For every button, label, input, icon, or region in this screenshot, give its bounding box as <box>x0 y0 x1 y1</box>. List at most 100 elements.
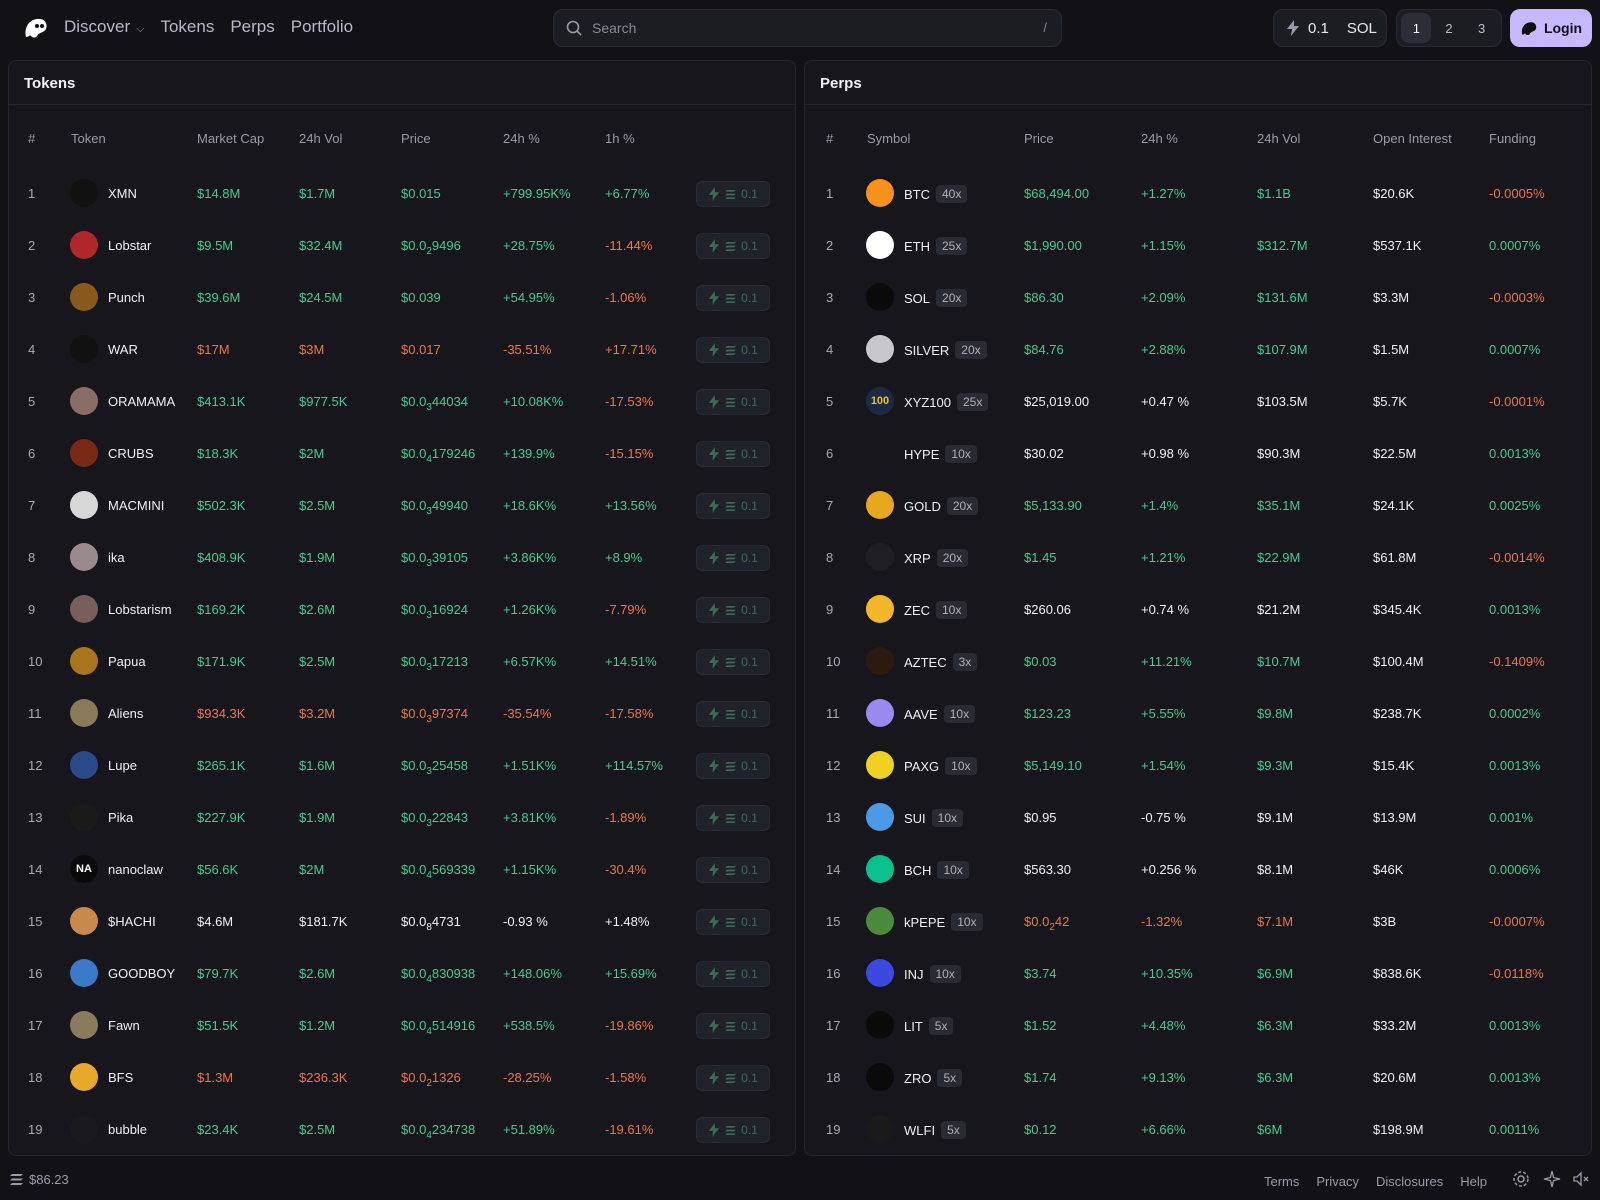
quick-buy-button[interactable]: 0.1 <box>696 597 770 623</box>
token-row[interactable]: 19 bubble $23.4K $2.5M $0.04234738 +51.89% -19… <box>9 1103 795 1155</box>
quick-buy-button[interactable]: 0.1 <box>696 961 770 987</box>
col-market-cap[interactable]: Market Cap <box>197 131 264 146</box>
col-open-interest[interactable]: Open Interest <box>1373 131 1452 146</box>
perp-row[interactable]: 3 SOL 20x $86.30 +2.09% $131.6M $3.3M -0.0003% <box>805 271 1591 323</box>
token-row[interactable]: 11 Aliens $934.3K $3.2M $0.0397374 -35.54% -17… <box>9 687 795 739</box>
login-button[interactable]: Login <box>1510 9 1592 47</box>
solana-icon <box>725 449 736 459</box>
privacy-link[interactable]: Privacy <box>1316 1174 1359 1189</box>
preset-3-button[interactable]: 3 <box>1467 13 1497 43</box>
quick-buy-amount[interactable]: 0.1 SOL <box>1273 9 1387 47</box>
perp-row[interactable]: 18 ZRO 5x $1.74 +9.13% $6.3M $20.6M 0.0013% <box>805 1051 1591 1103</box>
price-zero-count: 3 <box>426 662 432 673</box>
nav-perps[interactable]: Perps <box>230 17 274 37</box>
terms-link[interactable]: Terms <box>1264 1174 1299 1189</box>
token-row[interactable]: 2 Lobstar $9.5M $32.4M $0.029496 +28.75% -11.4… <box>9 219 795 271</box>
quick-buy-button[interactable]: 0.1 <box>696 805 770 831</box>
perp-row[interactable]: 10 AZTEC 3x $0.03 +11.21% $10.7M $100.4M -0.140… <box>805 635 1591 687</box>
app-logo-icon[interactable] <box>23 17 49 39</box>
nav-tokens[interactable]: Tokens <box>160 17 214 37</box>
token-row[interactable]: 17 Fawn $51.5K $1.2M $0.04514916 +538.5% -19.8… <box>9 999 795 1051</box>
quick-buy-button[interactable]: 0.1 <box>696 857 770 883</box>
perp-row[interactable]: 11 AAVE 10x $123.23 +5.55% $9.8M $238.7K 0.0002… <box>805 687 1591 739</box>
token-row[interactable]: 12 Lupe $265.1K $1.6M $0.0325458 +1.51K% +114.… <box>9 739 795 791</box>
quick-buy-button[interactable]: 0.1 <box>696 441 770 467</box>
perp-row[interactable]: 2 ETH 25x $1,990.00 +1.15% $312.7M $537.1K 0.00… <box>805 219 1591 271</box>
token-row[interactable]: 7 MACMINI $502.3K $2.5M $0.0349940 +18.6K% +13… <box>9 479 795 531</box>
col-index[interactable]: # <box>28 131 35 146</box>
volume-24h: $10.7M <box>1257 654 1301 669</box>
nav-discover[interactable]: Discover ⌵ <box>64 17 144 37</box>
quick-buy-button[interactable]: 0.1 <box>696 909 770 935</box>
token-row[interactable]: 18 BFS $1.3M $236.3K $0.021326 -28.25% -1.58% 0… <box>9 1051 795 1103</box>
col-24h-change[interactable]: 24h % <box>503 131 540 146</box>
token-row[interactable]: 15 $HACHI $4.6M $181.7K $0.084731 -0.93 % +1.4… <box>9 895 795 947</box>
quick-buy-button[interactable]: 0.1 <box>696 649 770 675</box>
search-input[interactable] <box>592 20 1012 36</box>
perp-row[interactable]: 4 SILVER 20x $84.76 +2.88% $107.9M $1.5M 0.0007… <box>805 323 1591 375</box>
token-row[interactable]: 16 GOODBOY $79.7K $2.6M $0.04830938 +148.06% +… <box>9 947 795 999</box>
quick-buy-button[interactable]: 0.1 <box>696 493 770 519</box>
token-row[interactable]: 9 Lobstarism $169.2K $2.6M $0.0316924 +1.26K%… <box>9 583 795 635</box>
token-row[interactable]: 4 WAR $17M $3M $0.017 -35.51% +17.71% 0.1 <box>9 323 795 375</box>
quick-buy-button[interactable]: 0.1 <box>696 753 770 779</box>
perp-row[interactable]: 19 WLFI 5x $0.12 +6.66% $6M $198.9M 0.0011% <box>805 1103 1591 1155</box>
disclosures-link[interactable]: Disclosures <box>1376 1174 1443 1189</box>
quick-buy-button[interactable]: 0.1 <box>696 389 770 415</box>
token-row[interactable]: 13 Pika $227.9K $1.9M $0.0322843 +3.81K% -1.89… <box>9 791 795 843</box>
nav-portfolio[interactable]: Portfolio <box>291 17 353 37</box>
volume-24h: $312.7M <box>1257 238 1308 253</box>
help-link[interactable]: Help <box>1460 1174 1487 1189</box>
perp-row[interactable]: 17 LIT 5x $1.52 +4.48% $6.3M $33.2M 0.0013% <box>805 999 1591 1051</box>
quick-buy-button[interactable]: 0.1 <box>696 545 770 571</box>
col-index[interactable]: # <box>826 131 833 146</box>
row-index: 13 <box>28 810 43 825</box>
quick-buy-button[interactable]: 0.1 <box>696 233 770 259</box>
perp-row[interactable]: 8 XRP 20x $1.45 +1.21% $22.9M $61.8M -0.0014% <box>805 531 1591 583</box>
perp-row[interactable]: 5 100 XYZ100 25x $25,019.00 +0.47 % $103.5M $5.… <box>805 375 1591 427</box>
col-symbol[interactable]: Symbol <box>867 131 910 146</box>
perp-row[interactable]: 16 INJ 10x $3.74 +10.35% $6.9M $838.6K -0.0118% <box>805 947 1591 999</box>
token-row[interactable]: 1 XMN $14.8M $1.7M $0.015 +799.95K% +6.77% 0.1 <box>9 167 795 219</box>
token-row[interactable]: 3 Punch $39.6M $24.5M $0.039 +54.95% -1.06% 0.1 <box>9 271 795 323</box>
perp-row[interactable]: 15 kPEPE 10x $0.0242 -1.32% $7.1M $3B -0.0007% <box>805 895 1591 947</box>
perp-row[interactable]: 13 SUI 10x $0.95 -0.75 % $9.1M $13.9M 0.001% <box>805 791 1591 843</box>
col-24h-change[interactable]: 24h % <box>1141 131 1178 146</box>
quick-buy-button[interactable]: 0.1 <box>696 1013 770 1039</box>
token-row[interactable]: 10 Papua $171.9K $2.5M $0.0317213 +6.57K% +14.… <box>9 635 795 687</box>
preset-2-button[interactable]: 2 <box>1434 13 1464 43</box>
perp-row[interactable]: 1 BTC 40x $68,494.00 +1.27% $1.1B $20.6K -0.000… <box>805 167 1591 219</box>
quick-buy-button[interactable]: 0.1 <box>696 181 770 207</box>
perp-row[interactable]: 12 PAXG 10x $5,149.10 +1.54% $9.3M $15.4K 0.001… <box>805 739 1591 791</box>
token-row[interactable]: 5 ORAMAMA $413.1K $977.5K $0.0344034 +10.08K%… <box>9 375 795 427</box>
quick-buy-button[interactable]: 0.1 <box>696 285 770 311</box>
preset-1-button[interactable]: 1 <box>1401 13 1432 43</box>
col-price[interactable]: Price <box>401 131 431 146</box>
col-1h-change[interactable]: 1h % <box>605 131 635 146</box>
sparkle-icon[interactable] <box>1543 1170 1561 1188</box>
solana-icon <box>725 189 736 199</box>
quick-buy-button[interactable]: 0.1 <box>696 1117 770 1143</box>
token-row[interactable]: 14 NA nanoclaw $56.6K $2M $0.04569339 +1.15K% -… <box>9 843 795 895</box>
settings-gear-icon[interactable] <box>1512 1170 1530 1188</box>
col-token[interactable]: Token <box>71 131 106 146</box>
price-digits: 1326 <box>431 1070 461 1085</box>
price-cell: $0.04830938 <box>401 966 475 985</box>
token-row[interactable]: 8 ika $408.9K $1.9M $0.0339105 +3.86K% +8.9% 0.… <box>9 531 795 583</box>
token-row[interactable]: 6 CRUBS $18.3K $2M $0.04179246 +139.9% -15.15%… <box>9 427 795 479</box>
col-funding[interactable]: Funding <box>1489 131 1536 146</box>
volume-24h: $1.9M <box>299 550 336 565</box>
mute-speaker-icon[interactable] <box>1572 1170 1590 1188</box>
quick-buy-button[interactable]: 0.1 <box>696 1065 770 1091</box>
quick-buy-button[interactable]: 0.1 <box>696 337 770 363</box>
quick-buy-button[interactable]: 0.1 <box>696 701 770 727</box>
row-index: 7 <box>28 498 36 513</box>
perp-row[interactable]: 6 HYPE 10x $30.02 +0.98 % $90.3M $22.5M 0.0013% <box>805 427 1591 479</box>
perp-row[interactable]: 14 BCH 10x $563.30 +0.256 % $8.1M $46K 0.0006% <box>805 843 1591 895</box>
token-avatar <box>70 647 98 675</box>
perp-row[interactable]: 9 ZEC 10x $260.06 +0.74 % $21.2M $345.4K 0.0013… <box>805 583 1591 635</box>
col-24h-vol[interactable]: 24h Vol <box>1257 131 1300 146</box>
col-24h-vol[interactable]: 24h Vol <box>299 131 342 146</box>
perp-row[interactable]: 7 GOLD 20x $5,133.90 +1.4% $35.1M $24.1K 0.0025… <box>805 479 1591 531</box>
col-price[interactable]: Price <box>1024 131 1054 146</box>
